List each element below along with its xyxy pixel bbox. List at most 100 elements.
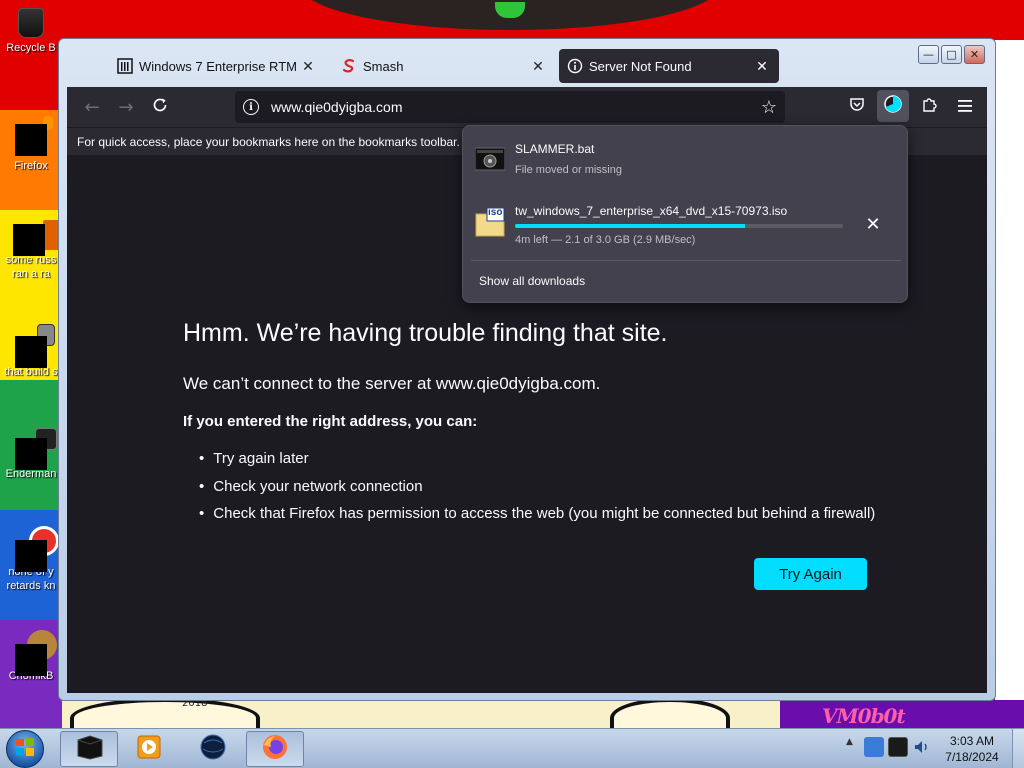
- desktop-icon-chomikbox[interactable]: ChomikB: [0, 630, 62, 683]
- download-status: File moved or missing: [515, 164, 622, 176]
- try-again-button[interactable]: Try Again: [754, 558, 867, 590]
- tab-title: Windows 7 Enterprise RTM (Tra: [139, 58, 299, 74]
- download-item-slammer[interactable]: SLAMMER.bat File moved or missing: [473, 136, 899, 192]
- firefox-icon: [261, 733, 289, 765]
- downloads-button[interactable]: [877, 90, 909, 122]
- show-hidden-icons-button[interactable]: ▲: [846, 737, 860, 759]
- close-tab-icon[interactable]: ✕: [299, 58, 317, 75]
- close-tab-icon[interactable]: ✕: [529, 58, 547, 75]
- taskbar-media-player[interactable]: [120, 731, 178, 767]
- smash-s-icon: [341, 58, 357, 74]
- error-subheading: If you entered the right address, you ca…: [183, 413, 478, 430]
- media-player-icon: [136, 734, 162, 764]
- taskbar-app-cube[interactable]: [60, 731, 118, 767]
- desktop-icon-shortcut[interactable]: none of y retards kn: [0, 526, 62, 593]
- clock[interactable]: 3:03 AM 7/18/2024: [936, 733, 1008, 765]
- desktop-icon-label: Firefox: [14, 160, 48, 172]
- close-tab-icon[interactable]: ✕: [753, 58, 771, 75]
- toolbar-right: [841, 90, 981, 122]
- library-icon: [117, 58, 133, 74]
- batch-file-icon: [474, 146, 506, 172]
- tab-server-not-found[interactable]: Server Not Found ✕: [559, 49, 779, 83]
- desktop-icon-label: Recycle B: [6, 42, 56, 54]
- download-status: 4m left — 2.1 of 3.0 GB (2.9 MB/sec): [515, 234, 696, 246]
- document-icon: [13, 218, 71, 256]
- menu-button[interactable]: [949, 90, 981, 122]
- chrome-like-icon: [15, 526, 59, 572]
- window-controls: — □ ✕: [918, 45, 985, 64]
- show-all-downloads-button[interactable]: Show all downloads: [479, 274, 585, 288]
- desktop-icon-enderman[interactable]: Enderman: [0, 428, 62, 481]
- close-window-button[interactable]: ✕: [964, 45, 985, 64]
- tab-smash[interactable]: Smash ✕: [333, 49, 555, 83]
- reload-button[interactable]: [143, 90, 177, 124]
- suggestion-list: Try again later Check your network conne…: [199, 445, 875, 528]
- program-icon: [15, 428, 57, 470]
- wallpaper-right-strip: [995, 40, 1024, 700]
- puzzle-icon: [921, 96, 937, 117]
- show-desktop-button[interactable]: [1012, 729, 1024, 768]
- bookmark-star-icon[interactable]: ☆: [761, 97, 777, 118]
- taskbar-globe[interactable]: [184, 731, 242, 767]
- recycle-bin-icon: [15, 6, 47, 38]
- start-button[interactable]: [6, 730, 44, 768]
- windows-stack-icon: [15, 324, 55, 368]
- clock-time: 3:03 AM: [949, 734, 995, 748]
- forward-arrow-icon: →: [118, 96, 134, 118]
- close-icon: ✕: [865, 213, 881, 235]
- download-progress-fill: [515, 224, 745, 228]
- download-filename: tw_windows_7_enterprise_x64_dvd_x15-7097…: [515, 204, 788, 218]
- firefox-icon: [15, 116, 53, 156]
- minimize-button[interactable]: —: [918, 45, 939, 64]
- downloads-panel: SLAMMER.bat File moved or missing iso tw…: [462, 125, 908, 303]
- desktop-icon-recycle-bin[interactable]: Recycle B: [0, 6, 62, 55]
- globe-icon: [199, 733, 227, 765]
- cancel-download-button[interactable]: ✕: [861, 212, 885, 236]
- download-progress-icon: [883, 94, 903, 119]
- back-arrow-icon: ←: [84, 96, 100, 118]
- volume-icon[interactable]: [912, 737, 932, 757]
- wallpaper-logo-text: VM0b0t: [822, 704, 906, 728]
- navigation-toolbar: ← → i www.qie0dyigba.com ☆: [67, 87, 987, 127]
- error-title: Hmm. We’re having trouble finding that s…: [183, 319, 668, 347]
- black-cube-icon: [74, 734, 104, 764]
- back-button[interactable]: ←: [75, 90, 109, 124]
- desktop-icon-windows[interactable]: that build s: [0, 324, 62, 379]
- taskbar-firefox[interactable]: [246, 731, 304, 767]
- error-description: We can’t connect to the server at www.qi…: [183, 374, 601, 393]
- tab-windows-7-enterprise[interactable]: Windows 7 Enterprise RTM (Tra ✕: [109, 49, 325, 83]
- desktop-icon-firefox[interactable]: Firefox: [0, 116, 62, 173]
- list-item: Check that Firefox has permission to acc…: [199, 500, 875, 528]
- download-progress-bar: [515, 224, 843, 228]
- site-info-icon[interactable]: i: [243, 99, 259, 115]
- forward-button[interactable]: →: [109, 90, 143, 124]
- desktop-icon-label: retards kn: [6, 580, 56, 592]
- desktop-icon-document[interactable]: some russ ran a ra: [0, 218, 71, 281]
- tray-app-icon[interactable]: [864, 737, 884, 757]
- network-icon[interactable]: [888, 737, 908, 757]
- tab-title: Smash: [363, 58, 404, 74]
- iso-file-icon: iso: [475, 207, 505, 237]
- extensions-button[interactable]: [913, 90, 945, 122]
- maximize-button[interactable]: □: [941, 45, 962, 64]
- download-item-iso[interactable]: iso tw_windows_7_enterprise_x64_dvd_x15-…: [473, 198, 899, 254]
- tab-title: Server Not Found: [589, 58, 692, 74]
- url-bar[interactable]: i www.qie0dyigba.com ☆: [235, 91, 785, 123]
- windows-logo-icon: [15, 737, 35, 761]
- desktop-icon-label: ran a ra: [12, 268, 50, 280]
- pocket-button[interactable]: [841, 90, 873, 122]
- url-input[interactable]: www.qie0dyigba.com: [271, 99, 761, 115]
- taskbar: ▲ 3:03 AM 7/18/2024: [0, 728, 1024, 768]
- firefox-window: Windows 7 Enterprise RTM (Tra ✕ Smash ✕ …: [58, 38, 996, 701]
- info-icon: [567, 58, 583, 74]
- pocket-icon: [849, 96, 865, 117]
- bookmarks-toolbar-hint: For quick access, place your bookmarks h…: [77, 135, 460, 149]
- hamburger-menu-icon: [958, 96, 972, 117]
- hamster-icon: [15, 630, 57, 676]
- divider: [471, 260, 901, 261]
- tab-strip: Windows 7 Enterprise RTM (Tra ✕ Smash ✕ …: [109, 49, 969, 85]
- list-item: Try again later: [199, 445, 875, 473]
- clock-date: 7/18/2024: [945, 750, 999, 764]
- iso-label: iso: [488, 207, 503, 218]
- list-item: Check your network connection: [199, 473, 875, 501]
